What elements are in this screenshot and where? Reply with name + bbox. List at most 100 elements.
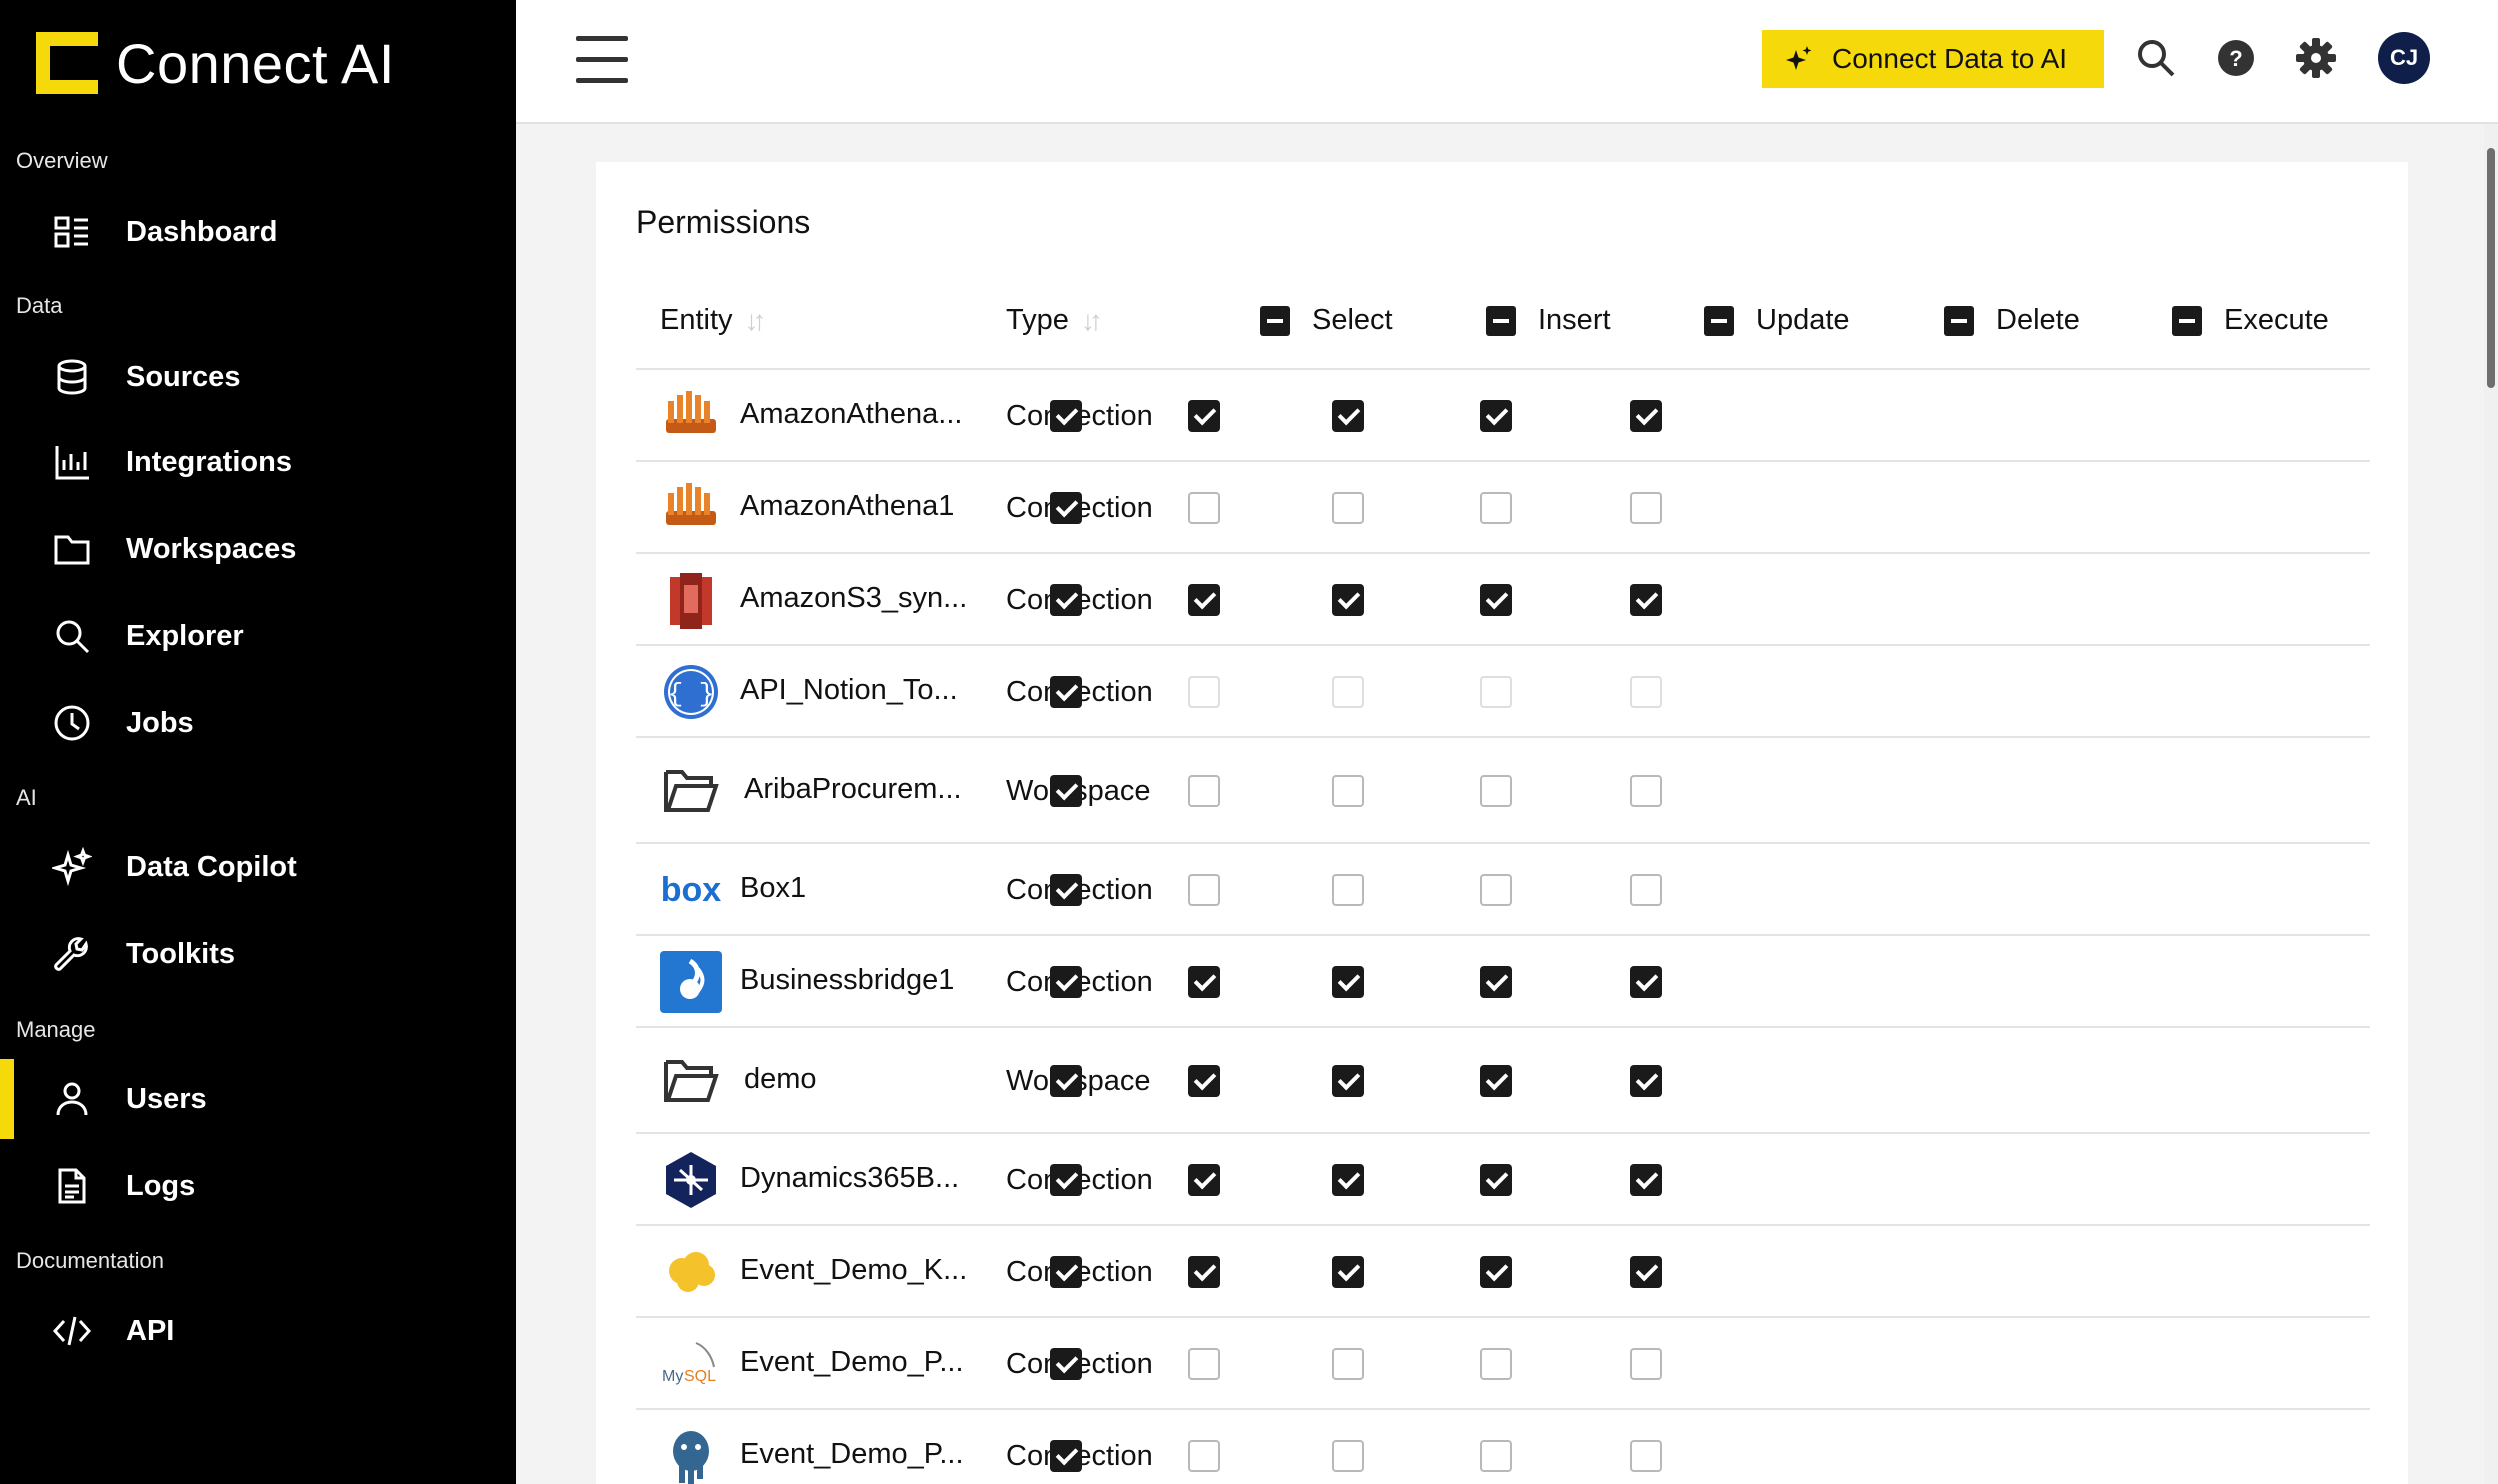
update-permission-checkbox[interactable]: [1332, 492, 1364, 524]
execute-permission-checkbox[interactable]: [1630, 492, 1662, 524]
brand-logo[interactable]: Connect AI: [36, 30, 395, 96]
sidebar-item-users[interactable]: Users: [0, 1059, 516, 1139]
delete-permission-checkbox[interactable]: [1480, 874, 1512, 906]
table-row[interactable]: demoWorkspace: [636, 1028, 2370, 1134]
page-scrollbar[interactable]: [2484, 124, 2498, 1484]
select-permission-checkbox[interactable]: [1050, 775, 1082, 807]
delete-permission-checkbox[interactable]: [1480, 1065, 1512, 1097]
column-header-entity[interactable]: Entity ↓↑: [660, 304, 767, 337]
menu-icon[interactable]: [576, 36, 628, 86]
sidebar-item-logs[interactable]: Logs: [0, 1146, 516, 1226]
update-permission-checkbox[interactable]: [1332, 1440, 1364, 1472]
sidebar-item-workspaces[interactable]: Workspaces: [0, 509, 516, 589]
connect-data-to-ai-button[interactable]: Connect Data to AI: [1762, 30, 2104, 88]
table-row[interactable]: boxBox1Connection: [636, 844, 2370, 936]
execute-permission-checkbox[interactable]: [1630, 1164, 1662, 1196]
insert-permission-checkbox[interactable]: [1188, 1348, 1220, 1380]
scrollbar-thumb[interactable]: [2487, 148, 2495, 388]
table-row[interactable]: Event_Demo_K...Connection: [636, 1226, 2370, 1318]
update-permission-checkbox[interactable]: [1332, 966, 1364, 998]
execute-permission-checkbox[interactable]: [1630, 400, 1662, 432]
execute-permission-checkbox[interactable]: [1630, 775, 1662, 807]
insert-permission-checkbox[interactable]: [1188, 1440, 1220, 1472]
sidebar-item-explorer[interactable]: Explorer: [0, 596, 516, 676]
table-row[interactable]: AmazonS3_syn...Connection: [636, 554, 2370, 646]
delete-permission-checkbox[interactable]: [1480, 1164, 1512, 1196]
delete-permission-checkbox[interactable]: [1480, 1440, 1512, 1472]
insert-permission-checkbox[interactable]: [1188, 492, 1220, 524]
select-permission-checkbox[interactable]: [1050, 400, 1082, 432]
delete-permission-checkbox[interactable]: [1480, 492, 1512, 524]
delete-permission-checkbox[interactable]: [1480, 1348, 1512, 1380]
select-permission-checkbox[interactable]: [1050, 874, 1082, 906]
update-permission-checkbox[interactable]: [1332, 1348, 1364, 1380]
update-permission-checkbox[interactable]: [1332, 1164, 1364, 1196]
table-row[interactable]: Businessbridge1Connection: [636, 936, 2370, 1028]
sidebar-item-integrations[interactable]: Integrations: [0, 422, 516, 502]
delete-permission-checkbox[interactable]: [1480, 775, 1512, 807]
update-permission-checkbox[interactable]: [1332, 1256, 1364, 1288]
update-permission-checkbox[interactable]: [1332, 775, 1364, 807]
help-icon[interactable]: ?: [2214, 36, 2258, 80]
table-row[interactable]: AmazonAthena1Connection: [636, 462, 2370, 554]
sidebar-item-api[interactable]: API: [0, 1291, 516, 1371]
insert-permission-checkbox[interactable]: [1188, 584, 1220, 616]
sidebar-item-sources[interactable]: Sources: [0, 337, 516, 417]
column-label: Insert: [1538, 304, 1611, 336]
table-row[interactable]: Dynamics365B...Connection: [636, 1134, 2370, 1226]
table-row[interactable]: Event_Demo_P...Connection: [636, 1410, 2370, 1484]
insert-permission-checkbox[interactable]: [1188, 874, 1220, 906]
gear-icon[interactable]: [2294, 36, 2338, 80]
select-permission-checkbox[interactable]: [1050, 1164, 1082, 1196]
update-permission-checkbox[interactable]: [1332, 584, 1364, 616]
select-permission-checkbox[interactable]: [1050, 1440, 1082, 1472]
sort-icon[interactable]: ↓↑: [745, 305, 767, 337]
insert-all-checkbox[interactable]: [1486, 305, 1516, 336]
table-row[interactable]: { }API_Notion_To...Connection: [636, 646, 2370, 738]
sort-icon[interactable]: ↓↑: [1081, 305, 1103, 337]
execute-permission-checkbox[interactable]: [1630, 584, 1662, 616]
wrench-icon: [52, 934, 92, 974]
sidebar-item-jobs[interactable]: Jobs: [0, 683, 516, 763]
insert-permission-checkbox[interactable]: [1188, 966, 1220, 998]
table-row[interactable]: AmazonAthena...Connection: [636, 370, 2370, 462]
update-permission-checkbox[interactable]: [1332, 1065, 1364, 1097]
execute-permission-checkbox[interactable]: [1630, 966, 1662, 998]
insert-permission-checkbox[interactable]: [1188, 1065, 1220, 1097]
sidebar-item-dashboard[interactable]: Dashboard: [0, 192, 516, 272]
select-permission-checkbox[interactable]: [1050, 584, 1082, 616]
update-all-checkbox[interactable]: [1704, 305, 1734, 336]
insert-permission-checkbox[interactable]: [1188, 1164, 1220, 1196]
search-icon[interactable]: [2134, 36, 2178, 80]
column-header-type[interactable]: Type ↓↑: [1006, 304, 1103, 337]
update-permission-checkbox[interactable]: [1332, 874, 1364, 906]
sidebar-item-toolkits[interactable]: Toolkits: [0, 914, 516, 994]
execute-permission-checkbox[interactable]: [1630, 1440, 1662, 1472]
execute-permission-checkbox[interactable]: [1630, 1256, 1662, 1288]
delete-permission-checkbox[interactable]: [1480, 966, 1512, 998]
delete-permission-checkbox[interactable]: [1480, 400, 1512, 432]
update-permission-checkbox[interactable]: [1332, 400, 1364, 432]
entity-name: API_Notion_To...: [740, 674, 958, 706]
select-permission-checkbox[interactable]: [1050, 1256, 1082, 1288]
table-row[interactable]: MySQLEvent_Demo_P...Connection: [636, 1318, 2370, 1410]
delete-all-checkbox[interactable]: [1944, 305, 1974, 336]
select-all-checkbox[interactable]: [1260, 305, 1290, 336]
execute-permission-checkbox[interactable]: [1630, 874, 1662, 906]
avatar[interactable]: CJ: [2378, 32, 2430, 84]
execute-permission-checkbox[interactable]: [1630, 1065, 1662, 1097]
delete-permission-checkbox[interactable]: [1480, 584, 1512, 616]
select-permission-checkbox[interactable]: [1050, 676, 1082, 708]
delete-permission-checkbox[interactable]: [1480, 1256, 1512, 1288]
sidebar-item-data-copilot[interactable]: Data Copilot: [0, 827, 516, 907]
select-permission-checkbox[interactable]: [1050, 492, 1082, 524]
select-permission-checkbox[interactable]: [1050, 966, 1082, 998]
select-permission-checkbox[interactable]: [1050, 1065, 1082, 1097]
insert-permission-checkbox[interactable]: [1188, 775, 1220, 807]
insert-permission-checkbox[interactable]: [1188, 400, 1220, 432]
execute-permission-checkbox[interactable]: [1630, 1348, 1662, 1380]
execute-all-checkbox[interactable]: [2172, 305, 2202, 336]
table-row[interactable]: AribaProcurem...Workspace: [636, 738, 2370, 844]
insert-permission-checkbox[interactable]: [1188, 1256, 1220, 1288]
select-permission-checkbox[interactable]: [1050, 1348, 1082, 1380]
